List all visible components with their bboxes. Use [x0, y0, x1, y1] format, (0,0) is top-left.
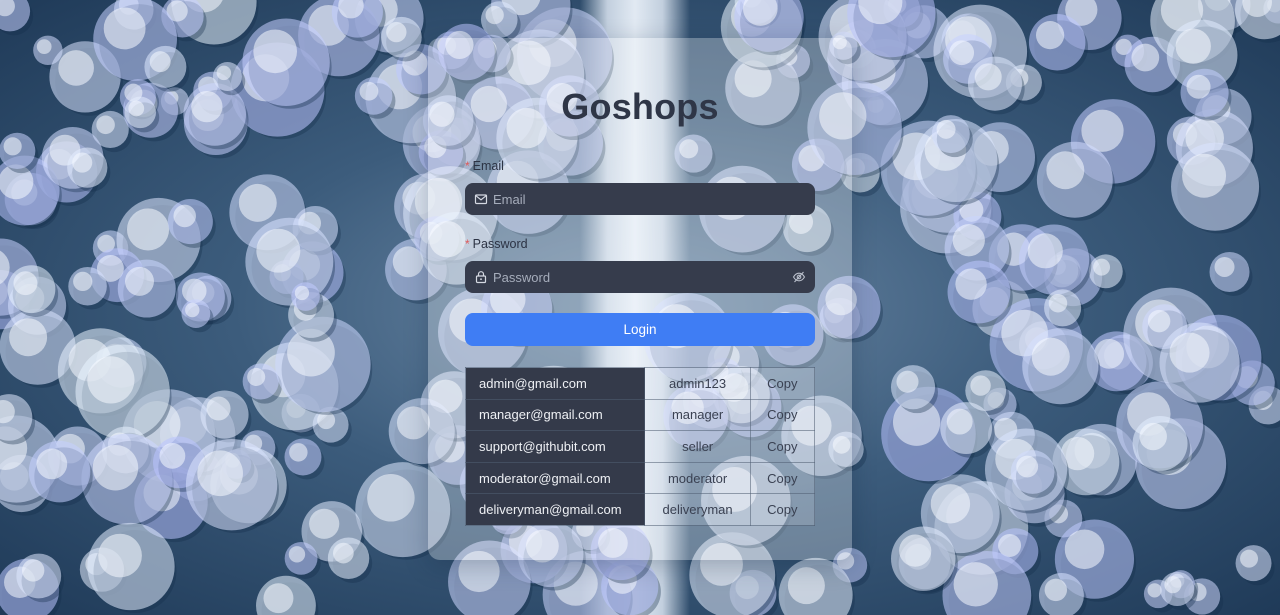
credential-row: manager@gmail.com manager Copy	[464, 398, 816, 432]
copy-button[interactable]: Copy	[749, 398, 816, 432]
credential-email: manager@gmail.com	[464, 398, 646, 432]
credential-row: moderator@gmail.com moderator Copy	[464, 461, 816, 495]
password-label: * Password	[465, 237, 528, 251]
credential-email: admin@gmail.com	[464, 367, 646, 400]
copy-button[interactable]: Copy	[749, 461, 816, 495]
credential-password: manager	[644, 398, 751, 432]
credential-email: moderator@gmail.com	[464, 461, 646, 495]
credential-password: admin123	[644, 367, 751, 400]
required-marker: *	[465, 237, 470, 251]
copy-button[interactable]: Copy	[749, 430, 816, 463]
password-field[interactable]	[465, 261, 815, 293]
credential-password: deliveryman	[644, 493, 751, 526]
mail-icon	[474, 194, 488, 205]
credential-email: deliveryman@gmail.com	[464, 493, 646, 526]
login-button[interactable]: Login	[465, 313, 815, 346]
demo-credentials-table: admin@gmail.com admin123 Copy manager@gmail…	[464, 367, 816, 526]
credential-row: support@githubit.com seller Copy	[464, 430, 816, 463]
credential-row: deliveryman@gmail.com deliveryman Copy	[464, 493, 816, 526]
credential-password: moderator	[644, 461, 751, 495]
email-label: * Email	[465, 159, 504, 173]
required-marker: *	[465, 159, 470, 173]
email-field[interactable]	[465, 183, 815, 215]
copy-button[interactable]: Copy	[749, 493, 816, 526]
copy-button[interactable]: Copy	[749, 367, 816, 400]
credential-row: admin@gmail.com admin123 Copy	[464, 367, 816, 400]
credential-email: support@githubit.com	[464, 430, 646, 463]
eye-off-icon[interactable]	[792, 270, 806, 284]
password-input[interactable]	[493, 261, 783, 293]
credential-password: seller	[644, 430, 751, 463]
lock-icon	[475, 271, 487, 284]
email-input[interactable]	[493, 183, 783, 215]
page-title: Goshops	[561, 86, 719, 127]
